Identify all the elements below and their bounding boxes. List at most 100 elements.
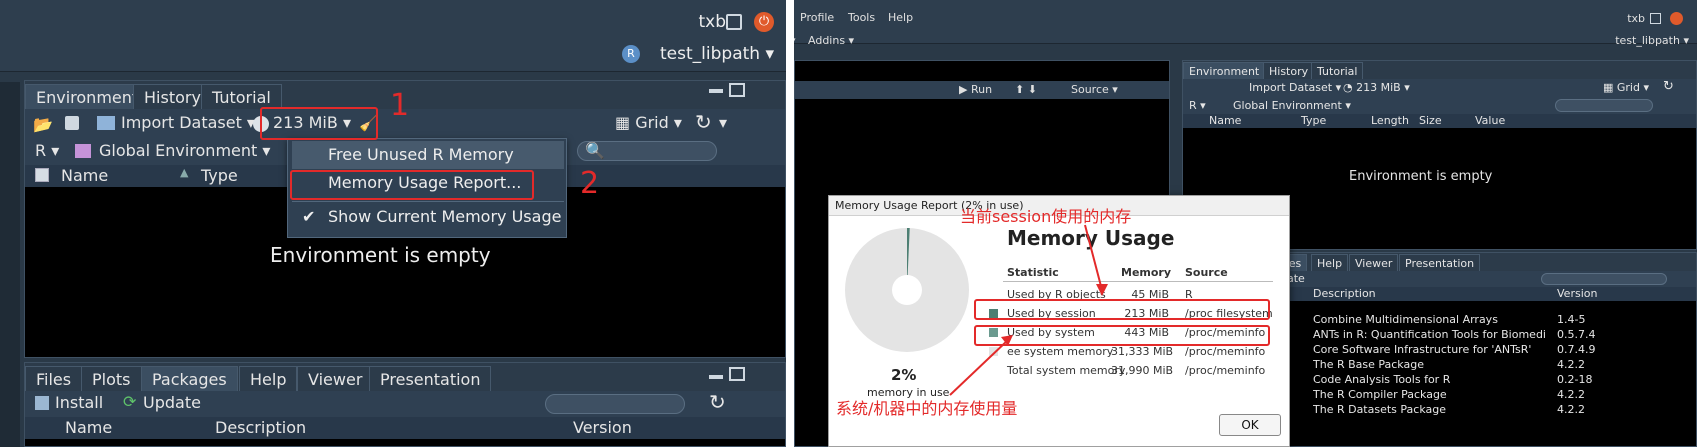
column-size[interactable]: Size — [1419, 114, 1442, 127]
project-icon: R — [622, 45, 640, 63]
package-description: Core Software Infrastructure for 'ANTsR' — [1313, 343, 1532, 356]
menu-help[interactable]: Help — [888, 11, 913, 24]
install-button[interactable]: Install — [55, 393, 103, 412]
column-version[interactable]: Version — [1557, 287, 1597, 300]
package-version: 1.4-5 — [1557, 313, 1586, 326]
env-column-header: Name Type Length Size Value — [1183, 114, 1696, 128]
package-description: The R Base Package — [1313, 358, 1424, 371]
column-name[interactable]: Name — [65, 418, 112, 437]
grid-view-button[interactable]: ▦ Grid ▾ — [615, 113, 682, 132]
minimize-icon[interactable] — [709, 89, 723, 93]
empty-environment-message: Environment is empty — [270, 243, 491, 267]
package-version: 4.2.2 — [1557, 388, 1585, 401]
refresh-icon[interactable]: ↻ — [1663, 79, 1674, 94]
column-version[interactable]: Version — [573, 418, 632, 437]
power-icon[interactable] — [1670, 12, 1683, 25]
maximize-icon[interactable] — [729, 83, 745, 97]
tab-files[interactable]: Files — [25, 366, 83, 391]
tab-help[interactable]: Help — [239, 366, 298, 391]
up-arrow-icon[interactable]: ⬆ ⬇ — [1015, 83, 1037, 96]
column-name[interactable]: Name — [1209, 114, 1241, 127]
grid-view-button[interactable]: ▦ Grid ▾ — [1603, 81, 1649, 94]
global-environment-selector[interactable]: Global Environment ▾ — [99, 141, 270, 160]
left-screenshot: txb ⏻ R test_libpath ▾ Environment Histo… — [0, 0, 786, 447]
package-description: Combine Multidimensional Arrays — [1313, 313, 1498, 326]
column-length[interactable]: Length — [1371, 114, 1409, 127]
top-bar: txb ⏻ R test_libpath ▾ — [0, 0, 786, 72]
tab-help[interactable]: Help — [1311, 254, 1349, 271]
files-tabbar: Files Plots Packages Help Viewer Present… — [25, 363, 785, 391]
package-version: 0.5.7.4 — [1557, 328, 1596, 341]
update-icon: ⟳ — [123, 392, 137, 411]
arrow-session-head — [1096, 284, 1108, 296]
tab-environment[interactable]: Environment — [25, 84, 150, 109]
select-all-checkbox[interactable] — [35, 168, 49, 182]
env-tabbar: Environment History Tutorial — [1183, 61, 1696, 79]
tab-viewer[interactable]: Viewer — [297, 366, 374, 391]
column-description[interactable]: Description — [215, 418, 306, 437]
sign-out-icon[interactable] — [726, 14, 742, 30]
menu-item-show-memory[interactable]: Show Current Memory Usage — [328, 207, 561, 226]
package-version: 0.7.4.9 — [1557, 343, 1596, 356]
environment-icon — [75, 144, 91, 158]
install-icon — [35, 396, 49, 410]
packages-search-input[interactable] — [1541, 273, 1667, 285]
update-button[interactable]: Update — [143, 393, 201, 412]
column-type[interactable]: Type — [201, 166, 238, 185]
package-description: ANTs in R: Quantification Tools for Biom… — [1313, 328, 1545, 341]
language-selector[interactable]: R ▾ — [1189, 99, 1206, 112]
tab-tutorial[interactable]: Tutorial — [201, 84, 282, 109]
power-icon[interactable]: ⏻ — [754, 12, 774, 32]
maximize-icon[interactable] — [729, 367, 745, 381]
menu-bar: Profile Tools Help Addins ▾ ▾ txb test_l… — [794, 0, 1697, 47]
refresh-menu-icon[interactable]: ▾ — [719, 113, 727, 132]
tab-tutorial[interactable]: Tutorial — [1311, 62, 1364, 79]
refresh-icon[interactable]: ↻ — [695, 110, 712, 134]
packages-search-input[interactable] — [545, 394, 685, 414]
package-description: The R Datasets Package — [1313, 403, 1446, 416]
language-selector[interactable]: R ▾ — [35, 141, 59, 160]
open-folder-icon[interactable]: 📂 — [33, 115, 53, 134]
menu-tools[interactable]: Tools — [848, 11, 875, 24]
menu-profile[interactable]: Profile — [800, 11, 834, 24]
package-description: Code Analysis Tools for R — [1313, 373, 1451, 386]
tab-history[interactable]: History — [1263, 62, 1315, 79]
import-dataset-button[interactable]: Import Dataset ▾ — [121, 113, 255, 132]
menu-item-free-memory[interactable]: Free Unused R Memory — [328, 145, 514, 164]
column-type[interactable]: Type — [1301, 114, 1326, 127]
column-value[interactable]: Value — [1475, 114, 1505, 127]
source-button[interactable]: Source ▾ — [1071, 83, 1118, 96]
global-environment-selector[interactable]: Global Environment ▾ — [1233, 99, 1351, 112]
memory-usage-button[interactable]: ◔ 213 MiB ▾ — [1343, 81, 1410, 94]
package-version: 4.2.2 — [1557, 358, 1585, 371]
column-name[interactable]: Name — [61, 166, 108, 185]
sign-out-icon[interactable] — [1650, 13, 1661, 24]
source-toolbar: ▶ Run ⬆ ⬇ Source ▾ — [795, 81, 1169, 99]
tab-viewer[interactable]: Viewer — [1349, 254, 1399, 271]
tab-presentation[interactable]: Presentation — [369, 366, 492, 391]
package-version: 0.2-18 — [1557, 373, 1593, 386]
import-dataset-button[interactable]: Import Dataset ▾ — [1249, 81, 1341, 94]
tab-packages[interactable]: Packages — [141, 366, 238, 391]
addins-menu[interactable]: Addins ▾ — [808, 34, 854, 47]
env-toolbar: Import Dataset ▾ ◔ 213 MiB ▾ ▦ Grid ▾ ↻ — [1183, 79, 1696, 97]
column-description[interactable]: Description — [1313, 287, 1376, 300]
minimize-icon[interactable] — [709, 375, 723, 379]
refresh-icon[interactable]: ↻ — [709, 390, 726, 414]
project-menu[interactable]: test_libpath ▾ — [1615, 34, 1689, 47]
annotation-box-1 — [260, 107, 378, 140]
env-search-input[interactable] — [1555, 99, 1653, 112]
user-name: txb — [1627, 12, 1645, 25]
run-button[interactable]: ▶ Run — [959, 83, 992, 96]
save-icon[interactable] — [65, 116, 79, 130]
project-menu[interactable]: test_libpath ▾ — [660, 44, 774, 64]
tab-environment[interactable]: Environment — [1183, 62, 1266, 79]
package-description: The R Compiler Package — [1313, 388, 1447, 401]
env-scope-bar: R ▾ Global Environment ▾ — [1183, 97, 1696, 114]
checkmark-icon: ✔ — [302, 207, 316, 226]
menu-divider — [292, 201, 564, 202]
source-pane-strip — [0, 82, 20, 447]
tab-presentation[interactable]: Presentation — [1399, 254, 1481, 271]
tab-plots[interactable]: Plots — [81, 366, 142, 391]
import-dataset-icon — [97, 116, 115, 130]
